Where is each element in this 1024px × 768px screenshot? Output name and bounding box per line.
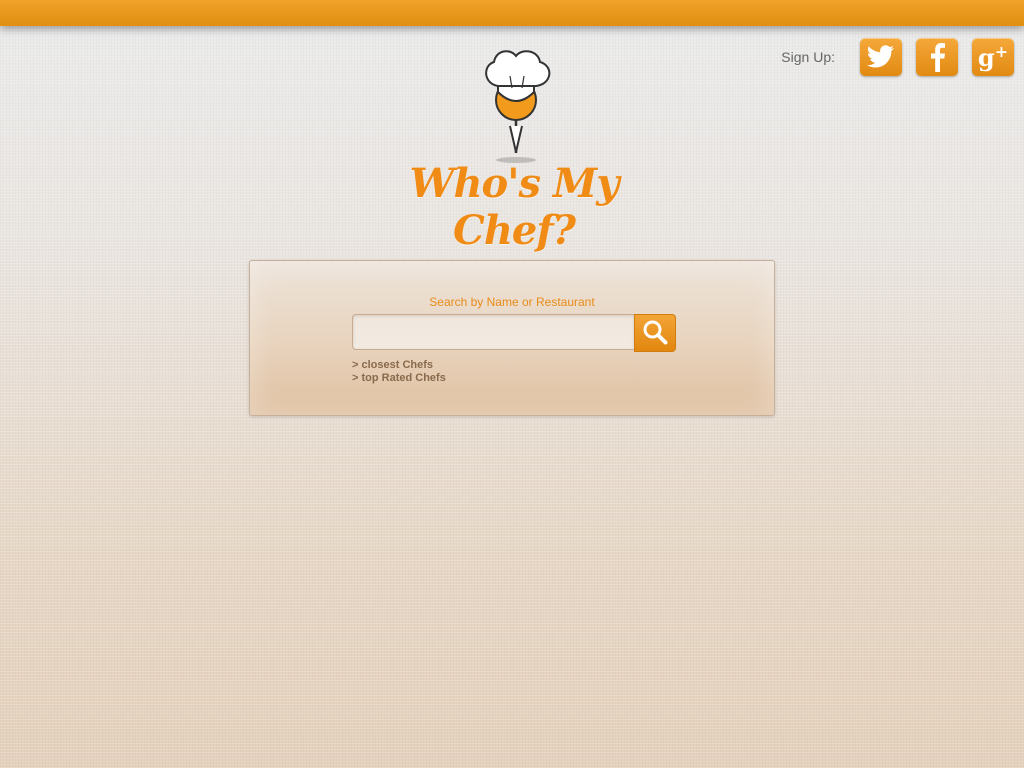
facebook-icon <box>927 42 947 72</box>
site-title: Who's My Chef? <box>409 160 620 254</box>
twitter-icon <box>867 45 895 69</box>
search-input[interactable] <box>352 314 634 350</box>
signup-label: Sign Up: <box>781 49 835 65</box>
chef-pin-logo-icon <box>480 48 556 173</box>
twitter-button[interactable] <box>860 38 902 76</box>
closest-chefs-link[interactable]: > closest Chefs <box>352 359 446 372</box>
search-icon <box>642 319 668 348</box>
google-plus-button[interactable]: g+ <box>972 38 1014 76</box>
search-label: Search by Name or Restaurant <box>429 295 595 309</box>
quick-links: > closest Chefs > top Rated Chefs <box>352 359 446 385</box>
signup-bar: Sign Up: g+ <box>781 38 1014 76</box>
top-rated-chefs-link[interactable]: > top Rated Chefs <box>352 372 446 385</box>
search-button[interactable] <box>634 314 676 352</box>
google-plus-icon: g+ <box>977 42 1009 72</box>
search-panel: Search by Name or Restaurant > closest C… <box>249 260 775 416</box>
top-bar <box>0 0 1024 26</box>
facebook-button[interactable] <box>916 38 958 76</box>
